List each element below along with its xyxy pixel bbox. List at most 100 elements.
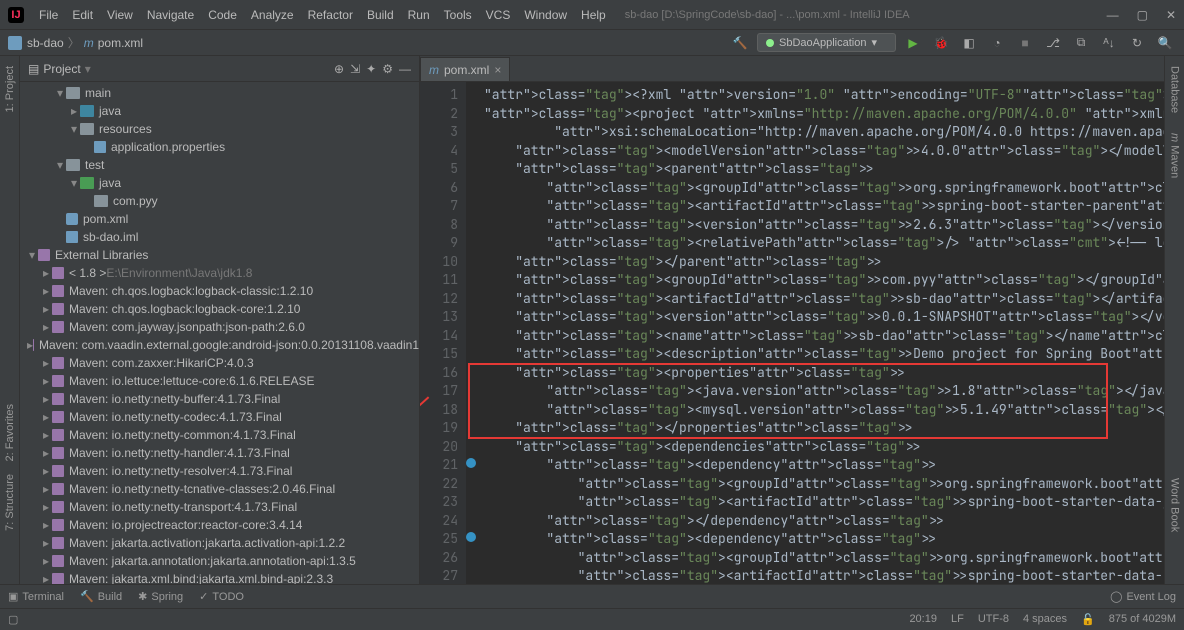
tree-item[interactable]: ▾resources	[20, 120, 419, 138]
tree-item[interactable]: sb-dao.iml	[20, 228, 419, 246]
gutter-mark-icon[interactable]	[466, 458, 476, 468]
profile-button[interactable]: ◔	[986, 32, 1008, 54]
terminal-tab[interactable]: ▣ Terminal	[8, 590, 64, 603]
tree-item[interactable]: ▸Maven: jakarta.xml.bind:jakarta.xml.bin…	[20, 570, 419, 584]
tree-item[interactable]: ▸Maven: io.netty:netty-transport:4.1.73.…	[20, 498, 419, 516]
hide-icon[interactable]: —	[399, 62, 411, 76]
structure-icon[interactable]: ⧉	[1070, 32, 1092, 54]
tree-item[interactable]: ▾External Libraries	[20, 246, 419, 264]
todo-tab[interactable]: ✓ TODO	[199, 590, 244, 603]
tree-item[interactable]: ▸Maven: io.projectreactor:reactor-core:3…	[20, 516, 419, 534]
indent-info[interactable]: 4 spaces	[1023, 613, 1067, 626]
menu-window[interactable]: Window	[517, 8, 574, 22]
window-controls: — ▢ ✕	[1107, 8, 1176, 22]
caret-position[interactable]: 20:19	[909, 613, 937, 626]
module-icon	[8, 36, 22, 50]
event-log-button[interactable]: ◯ Event Log	[1110, 590, 1176, 603]
bottom-tool-tabs: ▣ Terminal 🔨 Build ✱ Spring ✓ TODO ◯ Eve…	[0, 584, 1184, 608]
wordbook-tool-button[interactable]: Word Book	[1169, 478, 1181, 532]
run-config-select[interactable]: SbDaoApplication ▾	[757, 33, 896, 52]
menu-navigate[interactable]: Navigate	[140, 8, 201, 22]
expand-all-icon[interactable]: ⇲	[350, 62, 360, 76]
app-icon: IJ	[8, 7, 24, 23]
panel-header: ▤ Project ▾ ⊕ ⇲ ✦ ⚙ —	[20, 56, 419, 82]
tree-item[interactable]: ▸Maven: io.netty:netty-resolver:4.1.73.F…	[20, 462, 419, 480]
tree-item[interactable]: ▸Maven: com.zaxxer:HikariCP:4.0.3	[20, 354, 419, 372]
project-tool-button[interactable]: 1: Project	[4, 66, 16, 112]
favorites-tool-button[interactable]: 2: Favorites	[4, 404, 16, 461]
tree-item[interactable]: ▸Maven: io.netty:netty-handler:4.1.73.Fi…	[20, 444, 419, 462]
search-everywhere-icon[interactable]: 🔍	[1154, 32, 1176, 54]
maven-tool-button[interactable]: m Maven	[1169, 133, 1181, 178]
close-icon[interactable]: ✕	[1166, 8, 1176, 22]
code-content[interactable]: "attr">class="tag"><?xml "attr">version=…	[466, 82, 1164, 584]
line-gutter: 1234567891011121314151617181920212223242…	[420, 82, 466, 584]
tab-label: pom.xml	[444, 63, 489, 77]
tree-item[interactable]: ▸< 1.8 > E:\Environment\Java\jdk1.8	[20, 264, 419, 282]
tab-pom-xml[interactable]: m pom.xml ×	[420, 57, 510, 81]
tree-item[interactable]: ▸Maven: io.netty:netty-buffer:4.1.73.Fin…	[20, 390, 419, 408]
build-icon[interactable]: 🔨	[729, 32, 751, 54]
menu-view[interactable]: View	[100, 8, 140, 22]
dropdown-icon[interactable]: ▾	[85, 62, 91, 76]
menu-build[interactable]: Build	[360, 8, 401, 22]
tree-item[interactable]: ▾java	[20, 174, 419, 192]
settings-icon[interactable]: ⚙	[382, 62, 393, 76]
menu-help[interactable]: Help	[574, 8, 613, 22]
status-icon[interactable]: ▢	[8, 613, 18, 626]
tree-item[interactable]: ▸Maven: com.vaadin.external.google:andro…	[20, 336, 419, 354]
search-icon[interactable]: ᴬ↓	[1098, 32, 1120, 54]
gutter-mark-icon[interactable]	[466, 532, 476, 542]
maven-file-icon: m	[429, 63, 439, 77]
database-tool-button[interactable]: Database	[1169, 66, 1181, 113]
tree-item[interactable]: ▾test	[20, 156, 419, 174]
run-button[interactable]: ▶	[902, 32, 924, 54]
tree-item[interactable]: ▸Maven: jakarta.annotation:jakarta.annot…	[20, 552, 419, 570]
tree-item[interactable]: ▸Maven: io.netty:netty-common:4.1.73.Fin…	[20, 426, 419, 444]
editor-area: m pom.xml × 1234567891011121314151617181…	[420, 56, 1164, 584]
menu-edit[interactable]: Edit	[65, 8, 100, 22]
coverage-button[interactable]: ◧	[958, 32, 980, 54]
breadcrumb-file[interactable]: pom.xml	[98, 36, 143, 50]
menu-file[interactable]: File	[32, 8, 65, 22]
tree-item[interactable]: com.pyy	[20, 192, 419, 210]
tree-item[interactable]: ▸Maven: io.netty:netty-codec:4.1.73.Fina…	[20, 408, 419, 426]
menu-analyze[interactable]: Analyze	[244, 8, 301, 22]
tree-item[interactable]: ▾main	[20, 84, 419, 102]
breadcrumb-project[interactable]: sb-dao	[27, 36, 64, 50]
project-tree[interactable]: ▾main▸java▾resourcesapplication.properti…	[20, 82, 419, 584]
menu-refactor[interactable]: Refactor	[301, 8, 360, 22]
status-bar: ▢ 20:19 LF UTF-8 4 spaces 🔓 875 of 4029M	[0, 608, 1184, 630]
menu-code[interactable]: Code	[201, 8, 244, 22]
memory-indicator[interactable]: 875 of 4029M	[1109, 613, 1176, 626]
spring-tab[interactable]: ✱ Spring	[138, 590, 183, 603]
maximize-icon[interactable]: ▢	[1137, 8, 1148, 22]
git-button[interactable]: ⎇	[1042, 32, 1064, 54]
menu-tools[interactable]: Tools	[437, 8, 479, 22]
build-tab[interactable]: 🔨 Build	[80, 590, 122, 603]
tree-item[interactable]: pom.xml	[20, 210, 419, 228]
close-tab-icon[interactable]: ×	[494, 63, 501, 77]
menu-run[interactable]: Run	[401, 8, 437, 22]
tree-item[interactable]: ▸Maven: ch.qos.logback:logback-classic:1…	[20, 282, 419, 300]
menu-vcs[interactable]: VCS	[479, 8, 518, 22]
readonly-icon[interactable]: 🔓	[1081, 613, 1095, 626]
updates-icon[interactable]: ↻	[1126, 32, 1148, 54]
minimize-icon[interactable]: —	[1107, 8, 1119, 22]
tree-item[interactable]: ▸Maven: io.netty:netty-tcnative-classes:…	[20, 480, 419, 498]
tree-item[interactable]: ▸Maven: ch.qos.logback:logback-core:1.2.…	[20, 300, 419, 318]
tree-item[interactable]: ▸java	[20, 102, 419, 120]
structure-tool-button[interactable]: 7: Structure	[4, 474, 16, 531]
tree-item[interactable]: ▸Maven: jakarta.activation:jakarta.activ…	[20, 534, 419, 552]
tree-item[interactable]: ▸Maven: com.jayway.jsonpath:json-path:2.…	[20, 318, 419, 336]
debug-button[interactable]: 🐞	[930, 32, 952, 54]
file-encoding[interactable]: UTF-8	[978, 613, 1009, 626]
tree-item[interactable]: ▸Maven: io.lettuce:lettuce-core:6.1.6.RE…	[20, 372, 419, 390]
line-separator[interactable]: LF	[951, 613, 964, 626]
tree-item[interactable]: application.properties	[20, 138, 419, 156]
collapse-all-icon[interactable]: ✦	[366, 62, 376, 76]
stop-button[interactable]: ■	[1014, 32, 1036, 54]
window-title: sb-dao [D:\SpringCode\sb-dao] - ...\pom.…	[625, 9, 910, 21]
select-opened-icon[interactable]: ⊕	[334, 62, 344, 76]
code-editor[interactable]: 1234567891011121314151617181920212223242…	[420, 82, 1164, 584]
